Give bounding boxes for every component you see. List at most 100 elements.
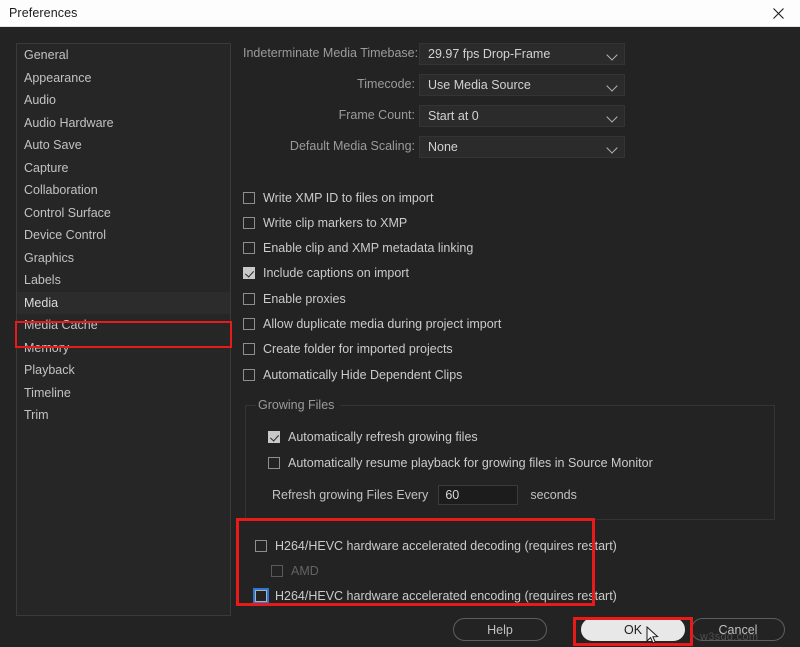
- checkbox-icon[interactable]: [243, 318, 255, 330]
- sidebar-item-label: Capture: [24, 160, 69, 175]
- sidebar-item-control-surface[interactable]: Control Surface: [17, 202, 230, 225]
- growing-files-title: Growing Files: [256, 398, 341, 412]
- checkbox-icon[interactable]: [255, 539, 267, 552]
- ok-button[interactable]: OK: [581, 618, 685, 641]
- checkbox-label: H264/HEVC hardware accelerated encoding …: [275, 588, 617, 603]
- option-checkbox[interactable]: Allow duplicate media during project imp…: [243, 314, 501, 335]
- dropdown-value: Start at 0: [428, 109, 479, 123]
- dropdown-2[interactable]: Start at 0: [419, 105, 625, 127]
- sidebar-item-audio[interactable]: Audio: [17, 89, 230, 112]
- chevron-down-icon: [608, 113, 617, 122]
- checkbox-label: Write XMP ID to files on import: [263, 190, 434, 205]
- checkbox-icon[interactable]: [243, 242, 255, 255]
- sidebar-item-collaboration[interactable]: Collaboration: [17, 179, 230, 202]
- cancel-button[interactable]: Cancel: [691, 618, 785, 641]
- hardware-accel-checkbox[interactable]: H264/HEVC hardware accelerated decoding …: [255, 535, 617, 556]
- checkbox-icon[interactable]: [243, 368, 255, 381]
- refresh-interval-row: Refresh growing Files Every seconds: [272, 484, 577, 506]
- dropdown-3[interactable]: None: [419, 136, 625, 158]
- option-checkbox[interactable]: Include captions on import: [243, 263, 409, 284]
- sidebar-item-label: Appearance: [24, 70, 92, 85]
- sidebar-item-label: Media Cache: [24, 318, 98, 332]
- field-label: Frame Count:: [338, 108, 415, 122]
- sidebar-item-label: Audio: [24, 93, 56, 107]
- sidebar-item-label: General: [24, 48, 69, 62]
- sidebar-item-auto-save[interactable]: Auto Save: [17, 134, 230, 157]
- checkbox-icon[interactable]: [243, 216, 255, 229]
- checkbox-icon[interactable]: [268, 430, 280, 443]
- growing-files-group: Growing Files Automatically refresh grow…: [245, 398, 775, 520]
- category-list[interactable]: General Appearance Audio Audio Hardware Auto…: [16, 43, 231, 616]
- checkbox-icon[interactable]: [268, 456, 280, 469]
- checkbox-icon[interactable]: [243, 292, 255, 305]
- sidebar-item-audio-hardware[interactable]: Audio Hardware: [17, 112, 230, 135]
- checkbox-label: AMD: [291, 563, 319, 578]
- sidebar-item-media[interactable]: Media: [17, 291, 230, 314]
- option-checkbox[interactable]: Enable clip and XMP metadata linking: [243, 238, 473, 259]
- sidebar-item-label: Control Surface: [24, 205, 111, 220]
- chevron-down-icon: [608, 144, 617, 153]
- sidebar-item-label: Memory: [24, 340, 70, 355]
- checkbox-label: Create folder for imported projects: [263, 342, 453, 357]
- chevron-down-icon: [608, 82, 617, 91]
- checkbox-icon[interactable]: [243, 191, 255, 204]
- sidebar-item-graphics[interactable]: Graphics: [17, 247, 230, 270]
- sidebar-item-label: Trim: [24, 408, 49, 422]
- seconds-label: seconds: [530, 488, 577, 502]
- sidebar-item-label: Labels: [24, 273, 61, 287]
- hardware-acceleration-options: H264/HEVC hardware accelerated decoding …: [243, 535, 617, 622]
- media-settings-pane: Indeterminate Media Timebase: 29.97 fps D…: [243, 43, 788, 616]
- checkbox-icon[interactable]: [253, 587, 269, 604]
- checkbox-icon[interactable]: [243, 343, 255, 356]
- sidebar-item-media-cache[interactable]: Media Cache: [17, 314, 230, 337]
- option-checkbox[interactable]: Automatically Hide Dependent Clips: [243, 364, 462, 385]
- checkbox-label: Automatically Hide Dependent Clips: [263, 367, 463, 382]
- checkbox-label: Automatically refresh growing files: [288, 429, 478, 444]
- checkbox-label: Enable proxies: [263, 291, 346, 306]
- sidebar-item-memory[interactable]: Memory: [17, 337, 230, 360]
- sidebar-item-label: Media: [24, 295, 59, 310]
- sidebar-item-device-control[interactable]: Device Control: [17, 224, 230, 247]
- checkbox-label: Write clip markers to XMP: [263, 215, 408, 230]
- option-checkbox[interactable]: Write clip markers to XMP: [243, 212, 407, 233]
- sidebar-item-label: Audio Hardware: [24, 115, 114, 130]
- refresh-interval-input[interactable]: [438, 485, 519, 505]
- checkbox-label: H264/HEVC hardware accelerated decoding …: [275, 538, 617, 553]
- field-label: Default Media Scaling:: [289, 139, 415, 153]
- growing-files-checkbox[interactable]: Automatically resume playback for growin…: [268, 452, 653, 473]
- sidebar-item-labels[interactable]: Labels: [17, 269, 230, 292]
- sidebar-item-label: Timeline: [24, 385, 71, 400]
- preferences-dialog: Preferences General Appearance Audio Audio …: [0, 0, 800, 647]
- close-icon[interactable]: [756, 0, 800, 27]
- dropdown-1[interactable]: Use Media Source: [419, 74, 625, 96]
- sidebar-item-label: Collaboration: [24, 183, 98, 197]
- option-checkbox[interactable]: Create folder for imported projects: [243, 339, 453, 360]
- field-row: Indeterminate Media Timebase: 29.97 fps D…: [243, 43, 626, 65]
- sidebar-item-appearance[interactable]: Appearance: [17, 67, 230, 90]
- checkbox-icon[interactable]: [243, 267, 255, 280]
- chevron-down-icon: [608, 51, 617, 60]
- sidebar-item-playback[interactable]: Playback: [17, 359, 230, 382]
- option-checkbox[interactable]: Write XMP ID to files on import: [243, 187, 433, 208]
- sidebar-item-label: Auto Save: [24, 138, 82, 152]
- dropdown-value: 29.97 fps Drop-Frame: [428, 47, 551, 61]
- sidebar-item-timeline[interactable]: Timeline: [17, 382, 230, 405]
- growing-files-checkbox[interactable]: Automatically refresh growing files: [268, 426, 478, 447]
- sidebar-item-trim[interactable]: Trim: [17, 404, 230, 427]
- title-bar: Preferences: [0, 0, 800, 27]
- sidebar-item-general[interactable]: General: [17, 44, 230, 67]
- dialog-body: General Appearance Audio Audio Hardware Auto…: [0, 27, 800, 647]
- option-checkbox[interactable]: Enable proxies: [243, 288, 346, 309]
- sidebar-item-capture[interactable]: Capture: [17, 157, 230, 180]
- checkbox-label: Enable clip and XMP metadata linking: [263, 241, 474, 256]
- amd-checkbox: AMD: [271, 560, 319, 581]
- field-label: Indeterminate Media Timebase:: [243, 46, 419, 60]
- refresh-interval-label: Refresh growing Files Every: [272, 488, 429, 502]
- sidebar-item-label: Graphics: [24, 250, 75, 265]
- sidebar-item-label: Device Control: [24, 228, 106, 242]
- checkbox-label: Allow duplicate media during project imp…: [263, 317, 502, 331]
- field-row: Default Media Scaling: None: [243, 136, 626, 158]
- dropdown-0[interactable]: 29.97 fps Drop-Frame: [419, 43, 625, 65]
- help-button[interactable]: Help: [453, 618, 547, 641]
- hardware-accel-checkbox[interactable]: H264/HEVC hardware accelerated encoding …: [253, 585, 617, 606]
